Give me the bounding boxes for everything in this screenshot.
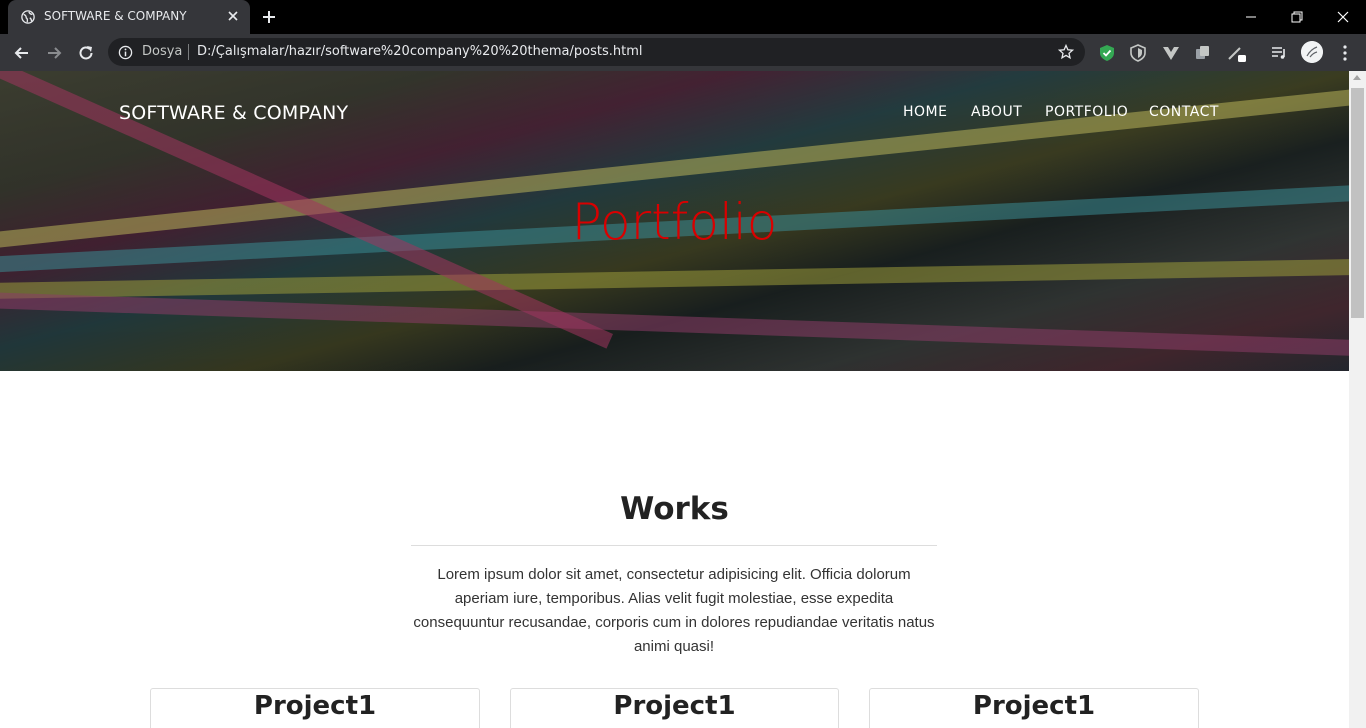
back-icon[interactable]: [11, 42, 33, 64]
nav-home[interactable]: HOME: [903, 104, 947, 120]
works-heading: Works: [620, 491, 729, 527]
copy-icon[interactable]: [1193, 43, 1213, 63]
browser-tab[interactable]: SOFTWARE & COMPANY: [8, 0, 250, 34]
scheme-label: Dosya: [142, 44, 183, 59]
info-icon[interactable]: [118, 45, 133, 60]
star-icon[interactable]: [1058, 44, 1074, 60]
omnibox-divider: [188, 44, 189, 60]
project-card[interactable]: Project1: [150, 688, 480, 728]
hero-banner: SOFTWARE & COMPANY HOME ABOUT PORTFOLIO …: [0, 71, 1349, 371]
close-icon[interactable]: [225, 8, 241, 24]
shield-icon[interactable]: [1128, 43, 1148, 63]
site-brand[interactable]: SOFTWARE & COMPANY: [119, 102, 348, 124]
works-divider: [411, 545, 937, 546]
page-scrollbar[interactable]: [1349, 71, 1366, 728]
browser-toolbar: Dosya D:/Çalışmalar/hazır/software%20com…: [0, 34, 1366, 71]
nav-contact[interactable]: CONTACT: [1149, 104, 1219, 120]
tab-strip: SOFTWARE & COMPANY: [0, 0, 1366, 34]
vue-icon[interactable]: [1161, 43, 1181, 63]
tab-title: SOFTWARE & COMPANY: [44, 9, 187, 23]
address-bar[interactable]: Dosya D:/Çalışmalar/hazır/software%20com…: [108, 38, 1085, 66]
plus-icon[interactable]: [259, 7, 279, 27]
nav-portfolio[interactable]: PORTFOLIO: [1045, 104, 1128, 120]
menu-icon[interactable]: [1335, 43, 1355, 63]
project-title: Project1: [972, 691, 1096, 721]
hero-title: Portfolio: [571, 193, 778, 251]
works-description: Lorem ipsum dolor sit amet, consectetur …: [413, 566, 935, 655]
project-title: Project1: [613, 691, 736, 721]
minimize-icon[interactable]: [1241, 7, 1261, 27]
globe-icon: [21, 10, 35, 24]
project-title: Project1: [253, 691, 377, 721]
forward-icon[interactable]: [43, 42, 65, 64]
project-card[interactable]: Project1: [869, 688, 1199, 728]
url-text[interactable]: D:/Çalışmalar/hazır/software%20company%2…: [197, 44, 642, 59]
restore-icon[interactable]: [1287, 7, 1307, 27]
profile-avatar[interactable]: [1301, 41, 1323, 63]
project-card[interactable]: Project1: [510, 688, 839, 728]
pen-icon[interactable]: [1226, 43, 1246, 63]
scrollbar-thumb[interactable]: [1351, 88, 1364, 318]
shield-check-icon[interactable]: [1097, 43, 1117, 63]
scroll-up-arrow-icon[interactable]: [1353, 75, 1361, 80]
reload-icon[interactable]: [75, 42, 97, 64]
close-window-icon[interactable]: [1333, 7, 1353, 27]
page-viewport: SOFTWARE & COMPANY HOME ABOUT PORTFOLIO …: [0, 71, 1349, 728]
media-playlist-icon[interactable]: [1269, 43, 1289, 63]
nav-about[interactable]: ABOUT: [971, 104, 1022, 120]
